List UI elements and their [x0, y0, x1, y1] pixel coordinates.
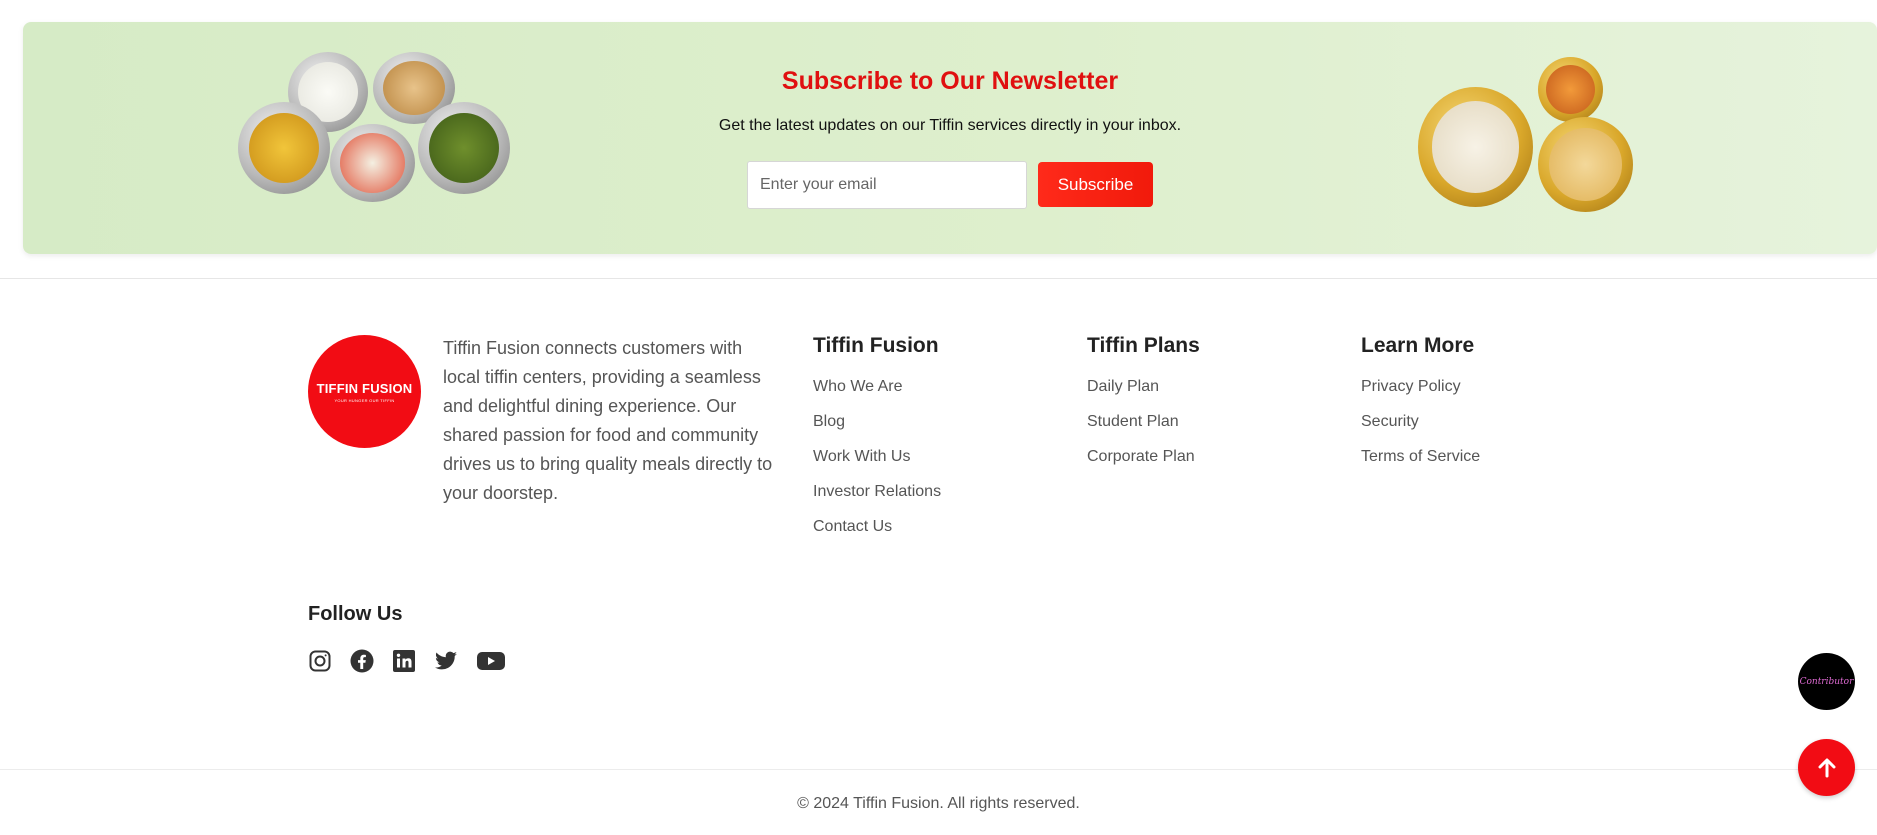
footer-column-tiffin-fusion: Tiffin Fusion Who We Are Blog Work With … — [813, 334, 941, 553]
twitter-icon[interactable] — [434, 648, 458, 674]
column-title: Tiffin Plans — [1087, 334, 1200, 357]
link-who-we-are[interactable]: Who We Are — [813, 378, 941, 413]
newsletter-banner: Subscribe to Our Newsletter Get the late… — [23, 22, 1877, 254]
email-input[interactable] — [747, 161, 1027, 209]
social-links — [308, 648, 506, 674]
linkedin-icon[interactable] — [392, 648, 416, 674]
contributor-button[interactable]: Contributor — [1798, 653, 1855, 710]
scroll-to-top-button[interactable] — [1798, 739, 1855, 796]
footer-divider — [0, 769, 1877, 770]
section-divider — [0, 278, 1877, 279]
column-title: Tiffin Fusion — [813, 334, 939, 357]
logo-tagline: YOUR HUNGER OUR TIFFIN — [334, 397, 395, 403]
link-privacy-policy[interactable]: Privacy Policy — [1361, 378, 1480, 413]
link-student-plan[interactable]: Student Plan — [1087, 413, 1200, 448]
page: Subscribe to Our Newsletter Get the late… — [0, 0, 1877, 835]
brass-tiffin-image — [1413, 57, 1638, 217]
footer-column-tiffin-plans: Tiffin Plans Daily Plan Student Plan Cor… — [1087, 334, 1200, 483]
youtube-icon[interactable] — [476, 648, 506, 674]
facebook-icon[interactable] — [350, 648, 374, 674]
link-corporate-plan[interactable]: Corporate Plan — [1087, 448, 1200, 483]
logo-name: TIFFIN FUSION — [316, 380, 413, 396]
link-contact-us[interactable]: Contact Us — [813, 518, 941, 553]
tiffin-fusion-logo[interactable]: TIFFIN FUSION YOUR HUNGER OUR TIFFIN — [308, 335, 421, 448]
link-blog[interactable]: Blog — [813, 413, 941, 448]
contributor-label: Contributor — [1799, 676, 1854, 687]
subscribe-button[interactable]: Subscribe — [1038, 162, 1153, 207]
instagram-icon[interactable] — [308, 648, 332, 674]
copyright-text: © 2024 Tiffin Fusion. All rights reserve… — [797, 795, 1080, 812]
column-title: Learn More — [1361, 334, 1475, 357]
link-security[interactable]: Security — [1361, 413, 1480, 448]
link-investor-relations[interactable]: Investor Relations — [813, 483, 941, 518]
link-terms-of-service[interactable]: Terms of Service — [1361, 448, 1480, 483]
arrow-up-icon — [1818, 758, 1835, 777]
about-text: Tiffin Fusion connects customers with lo… — [443, 338, 773, 503]
follow-us-title: Follow Us — [308, 603, 403, 625]
link-daily-plan[interactable]: Daily Plan — [1087, 378, 1200, 413]
footer-column-learn-more: Learn More Privacy Policy Security Terms… — [1361, 334, 1480, 483]
link-work-with-us[interactable]: Work With Us — [813, 448, 941, 483]
